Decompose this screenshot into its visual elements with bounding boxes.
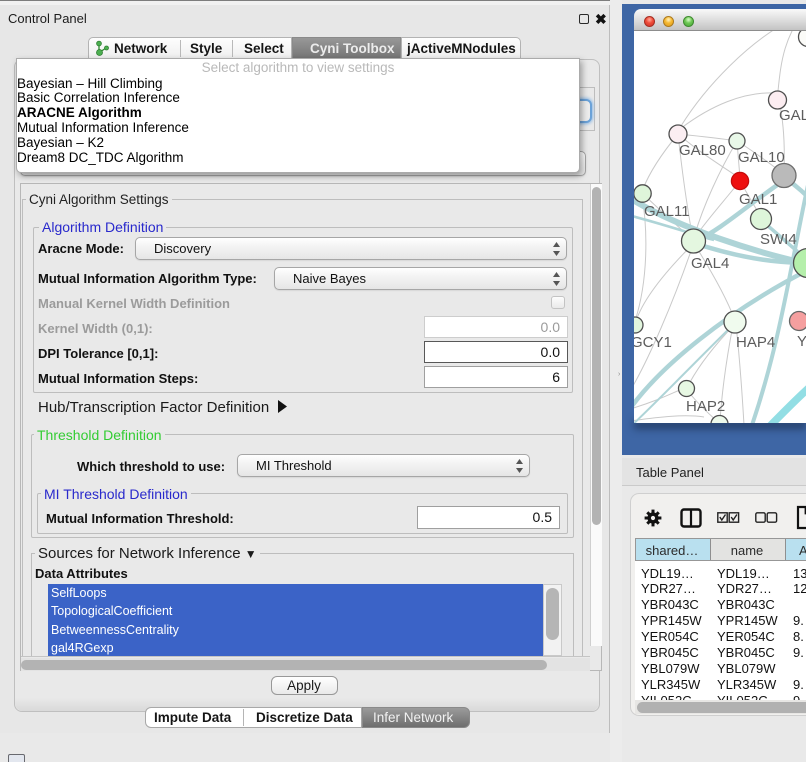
svg-text:Y: Y (797, 333, 806, 350)
svg-text:GAL80: GAL80 (679, 142, 726, 159)
svg-text:HAP4: HAP4 (736, 334, 775, 351)
svg-text:HAP2: HAP2 (686, 398, 725, 415)
svg-text:GAL2: GAL2 (779, 107, 806, 124)
svg-text:GCY1: GCY1 (634, 334, 672, 351)
svg-text:GAL4: GAL4 (691, 255, 729, 272)
svg-text:GAL1: GAL1 (739, 191, 777, 208)
svg-text:GAL11: GAL11 (644, 203, 690, 220)
svg-text:GAL10: GAL10 (738, 149, 785, 166)
svg-text:SWI4: SWI4 (760, 231, 797, 248)
